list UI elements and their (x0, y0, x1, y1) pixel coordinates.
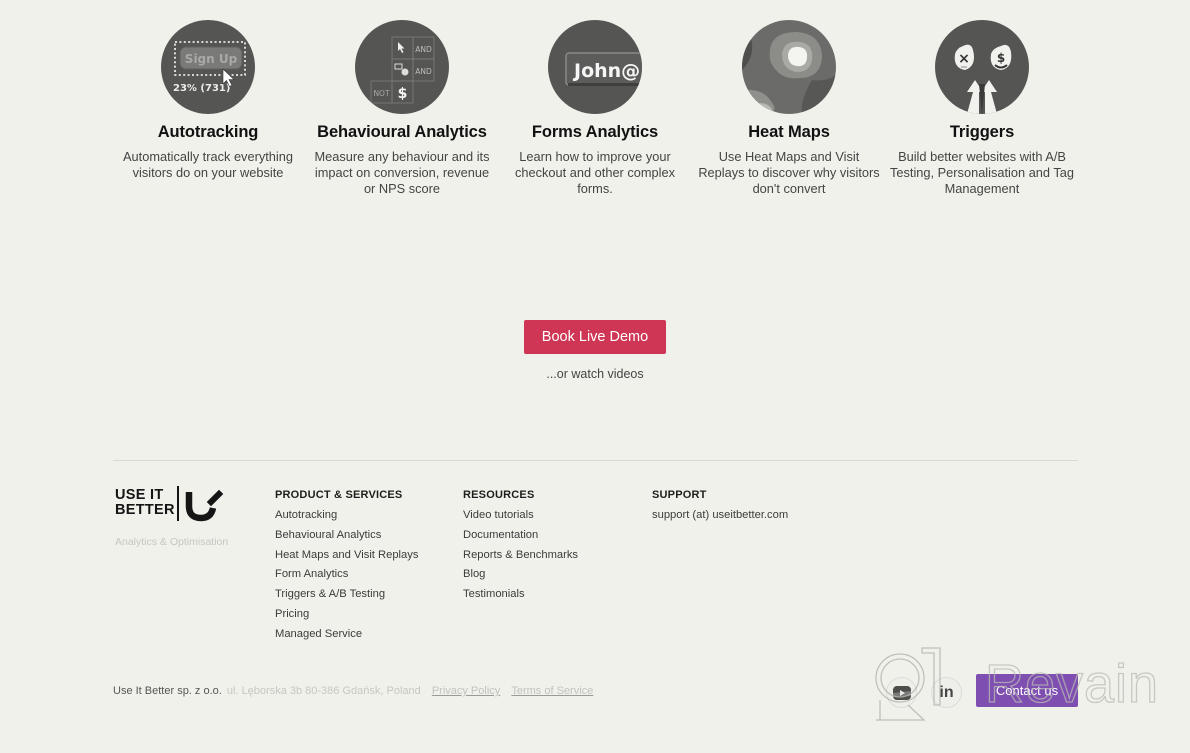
feature-description: Learn how to improve your checkout and o… (514, 149, 676, 196)
triggers-faces-icon: × $ (935, 20, 1029, 114)
logo-wordmark: USE IT BETTER (115, 488, 175, 518)
autotracking-signup-icon: Sign Up 23% (731) (161, 20, 255, 114)
footer-link-autotracking[interactable]: Autotracking (275, 509, 337, 521)
logo-u-mark-icon (185, 489, 224, 522)
feature-description: Build better websites with A/B Testing, … (889, 149, 1075, 196)
footer-link-testimonials[interactable]: Testimonials (463, 588, 525, 600)
footer-divider (113, 460, 1078, 461)
footer-heading: SUPPORT (652, 489, 707, 501)
feature-heat-maps: Heat Maps Use Heat Maps and Visit Replay… (692, 20, 886, 197)
footer-heading: PRODUCT & SERVICES (275, 489, 403, 501)
features-section: Sign Up 23% (731) Autotracking Automatic… (111, 20, 1079, 210)
feature-description: Measure any behaviour and its impact on … (314, 149, 490, 196)
company-name: Use It Better sp. z o.o. (113, 685, 222, 697)
form-field-value: John@ (572, 60, 640, 82)
footer-link-heat-maps[interactable]: Heat Maps and Visit Replays (275, 549, 418, 561)
book-live-demo-button[interactable]: Book Live Demo (524, 320, 666, 354)
feature-title: Behavioural Analytics (317, 123, 487, 141)
autotracking-icon-stat-text: 23% (731) (173, 83, 230, 94)
footer-link-form-analytics[interactable]: Form Analytics (275, 568, 348, 580)
legal-bar: Use It Better sp. z o.o. ul. Lęborska 3b… (113, 685, 593, 697)
linkedin-icon: in (939, 683, 954, 701)
feature-title: Triggers (949, 123, 1015, 141)
youtube-icon (892, 685, 911, 700)
dollar-icon: $ (398, 86, 408, 102)
logo-divider (177, 486, 179, 521)
footer-link-reports[interactable]: Reports & Benchmarks (463, 549, 578, 561)
footer-link-behavioural-analytics[interactable]: Behavioural Analytics (275, 529, 381, 541)
footer-link-triggers[interactable]: Triggers & A/B Testing (275, 588, 385, 600)
watch-videos-link[interactable]: ...or watch videos (524, 367, 666, 381)
footer-link-video-tutorials[interactable]: Video tutorials (463, 509, 534, 521)
use-it-better-logo[interactable]: USE IT BETTER (115, 486, 230, 524)
footer-column-resources: RESOURCES Video tutorials Documentation … (463, 488, 578, 605)
footer-link-managed-service[interactable]: Managed Service (275, 628, 362, 640)
feature-autotracking: Sign Up 23% (731) Autotracking Automatic… (111, 20, 305, 181)
logo-line-1: USE IT (115, 487, 164, 503)
autotracking-icon-button-text: Sign Up (185, 52, 238, 66)
footer-column-support: SUPPORT support (at) useitbetter.com (652, 488, 788, 526)
footer-link-documentation[interactable]: Documentation (463, 529, 538, 541)
feature-title: Forms Analytics (531, 123, 659, 141)
privacy-policy-link[interactable]: Privacy Policy (432, 685, 500, 697)
feature-description: Use Heat Maps and Visit Replays to disco… (698, 149, 880, 196)
logo-tagline: Analytics & Optimisation (115, 536, 229, 548)
footer-link-blog[interactable]: Blog (463, 568, 485, 580)
terms-of-service-link[interactable]: Terms of Service (511, 685, 593, 697)
linkedin-button[interactable]: in (931, 677, 962, 708)
support-email-link[interactable]: support (at) useitbetter.com (652, 509, 788, 521)
x-eyes-icon: × (958, 51, 970, 67)
feature-title: Heat Maps (748, 123, 830, 141)
feature-triggers: × $ Triggers Build better websites with … (885, 20, 1079, 197)
feature-description: Automatically track everything visitors … (123, 149, 293, 180)
youtube-button[interactable] (886, 677, 917, 708)
footer-link-pricing[interactable]: Pricing (275, 608, 309, 620)
heatmap-icon (742, 20, 836, 114)
footer-heading: RESOURCES (463, 489, 535, 501)
feature-forms-analytics: John@ Forms Analytics Learn how to impro… (498, 20, 692, 197)
logo-line-2: BETTER (115, 502, 175, 518)
dollar-eyes-icon: $ (997, 51, 1005, 65)
feature-title: Autotracking (157, 123, 259, 141)
footer-column-products: PRODUCT & SERVICES Autotracking Behaviou… (275, 488, 418, 645)
and-label-1: AND (415, 45, 432, 54)
feature-behavioural-analytics: AND AND NOT $ Behavioural Analytics Meas… (305, 20, 499, 197)
form-field-icon: John@ (548, 20, 642, 114)
behaviour-logic-grid-icon: AND AND NOT $ (355, 20, 449, 114)
contact-us-button[interactable]: Contact us (976, 674, 1078, 707)
company-address: ul. Lęborska 3b 80-386 Gdańsk, Poland (226, 685, 421, 697)
not-label: NOT (373, 89, 390, 98)
and-label-2: AND (415, 67, 432, 76)
